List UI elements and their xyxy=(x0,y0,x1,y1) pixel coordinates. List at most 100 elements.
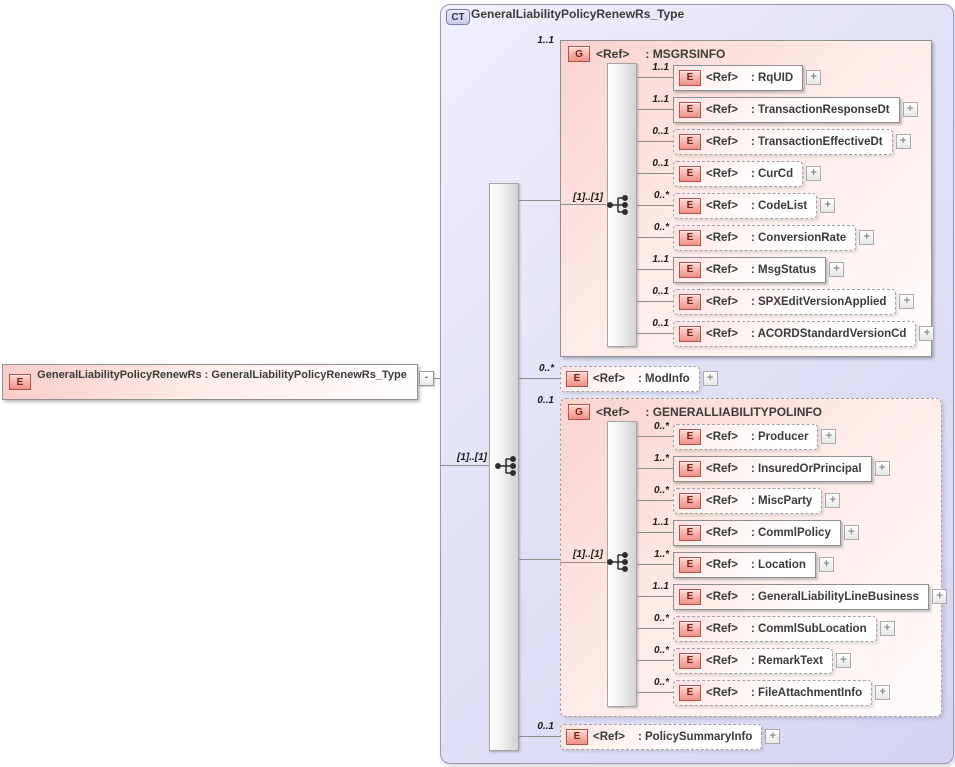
element-box[interactable]: E <Ref> : CodeList xyxy=(673,192,818,219)
element-box[interactable]: E <Ref> : Producer xyxy=(673,423,819,450)
element-badge-icon: E xyxy=(679,197,701,214)
expand-icon[interactable]: + xyxy=(820,198,836,213)
element-node-acordstandardversioncd[interactable]: 0..1 E <Ref> : ACORDStandardVersionCd + xyxy=(637,318,935,347)
element-ref: <Ref> xyxy=(706,263,738,276)
element-box[interactable]: E <Ref> : PolicySummaryInfo xyxy=(560,723,763,750)
element-node-codelist[interactable]: 0..* E <Ref> : CodeList + xyxy=(637,190,836,219)
collapse-icon[interactable]: - xyxy=(419,371,434,386)
connector-line xyxy=(637,500,673,501)
cardinality-label: 0..* xyxy=(653,613,669,624)
element-box[interactable]: E <Ref> : TransactionEffectiveDt xyxy=(673,128,893,155)
element-node-spxeditversionapplied[interactable]: 0..1 E <Ref> : SPXEditVersionApplied + xyxy=(637,286,915,315)
sequence-compositor-icon xyxy=(607,552,628,572)
expand-icon[interactable]: + xyxy=(919,326,935,341)
element-box[interactable]: E <Ref> : CommlPolicy xyxy=(673,519,841,546)
element-badge-icon: E xyxy=(679,69,701,86)
element-node-commlpolicy[interactable]: 1..1 E <Ref> : CommlPolicy + xyxy=(637,517,859,546)
group-header: G <Ref> : GENERALLIABILITYPOLINFO xyxy=(561,399,941,420)
expand-icon[interactable]: + xyxy=(843,525,859,540)
expand-icon[interactable]: + xyxy=(932,589,948,604)
connector-line xyxy=(637,628,673,629)
element-box[interactable]: E <Ref> : TransactionResponseDt xyxy=(673,96,900,123)
connector-line xyxy=(637,141,673,142)
connector-line xyxy=(637,205,673,206)
element-badge-icon: E xyxy=(679,556,701,573)
group-ref: <Ref> xyxy=(596,47,630,61)
compositor-cardinality-label: [1]..[1] xyxy=(573,549,603,560)
element-node-producer[interactable]: 0..* E <Ref> : Producer + xyxy=(637,421,837,450)
connector-line xyxy=(560,562,606,563)
cardinality-label: 1..1 xyxy=(537,35,554,46)
expand-icon[interactable]: + xyxy=(806,166,822,181)
element-node-policysummaryinfo[interactable]: 0..1 E <Ref> : PolicySummaryInfo + xyxy=(519,721,781,750)
element-box[interactable]: E <Ref> : MiscParty xyxy=(673,487,823,514)
element-name: : InsuredOrPrincipal xyxy=(750,462,862,475)
element-node-transactioneffectivedt[interactable]: 0..1 E <Ref> : TransactionEffectiveDt + xyxy=(637,126,911,155)
element-node-modinfo[interactable]: 0..* E <Ref> : ModInfo + xyxy=(519,363,718,392)
element-node-remarktext[interactable]: 0..* E <Ref> : RemarkText + xyxy=(637,645,851,674)
expand-icon[interactable]: + xyxy=(821,429,837,444)
expand-icon[interactable]: + xyxy=(899,294,915,309)
connector-line xyxy=(637,333,673,334)
element-ref: <Ref> xyxy=(593,730,625,743)
root-element-box[interactable]: E GeneralLiabilityPolicyRenewRs : Genera… xyxy=(2,364,418,400)
expand-icon[interactable]: + xyxy=(765,729,781,744)
element-node-rquid[interactable]: 1..1 E <Ref> : RqUID + xyxy=(637,62,822,91)
element-badge-icon: E xyxy=(679,428,701,445)
expand-icon[interactable]: + xyxy=(702,371,718,386)
element-node-msgstatus[interactable]: 1..1 E <Ref> : MsgStatus + xyxy=(637,254,845,283)
element-box[interactable]: E <Ref> : ConversionRate xyxy=(673,224,857,251)
element-box[interactable]: E <Ref> : InsuredOrPrincipal xyxy=(673,455,872,482)
element-box[interactable]: E <Ref> : SPXEditVersionApplied xyxy=(673,288,897,315)
element-node-curcd[interactable]: 0..1 E <Ref> : CurCd + xyxy=(637,158,822,187)
cardinality-label: 1..* xyxy=(653,453,669,464)
element-box[interactable]: E <Ref> : GeneralLiabilityLineBusiness xyxy=(673,583,930,610)
connector-line xyxy=(637,532,673,533)
element-box[interactable]: E <Ref> : ACORDStandardVersionCd xyxy=(673,320,917,347)
expand-icon[interactable]: + xyxy=(875,685,891,700)
connector-line xyxy=(637,596,673,597)
element-box[interactable]: E <Ref> : CurCd xyxy=(673,160,804,187)
connector-line xyxy=(560,204,606,205)
connector-line xyxy=(637,436,673,437)
element-node-generalliabilitylinebusiness[interactable]: 1..1 E <Ref> : GeneralLiabilityLineBusin… xyxy=(637,581,948,610)
element-box[interactable]: E <Ref> : ModInfo xyxy=(560,365,700,392)
element-box[interactable]: E <Ref> : Location xyxy=(673,551,816,578)
element-name: : Location xyxy=(750,558,806,571)
element-node-conversionrate[interactable]: 0..* E <Ref> : ConversionRate + xyxy=(637,222,875,251)
element-node-insuredorprincipal[interactable]: 1..* E <Ref> : InsuredOrPrincipal + xyxy=(637,453,890,482)
expand-icon[interactable]: + xyxy=(825,493,841,508)
element-badge-icon: E xyxy=(679,133,701,150)
element-ref: <Ref> xyxy=(593,372,625,385)
connector-line xyxy=(637,468,673,469)
expand-icon[interactable]: + xyxy=(835,653,851,668)
cardinality-label: 0..* xyxy=(653,421,669,432)
element-box[interactable]: E <Ref> : RemarkText xyxy=(673,647,833,674)
sequence-compositor-icon xyxy=(495,456,516,476)
element-node-commlsublocation[interactable]: 0..* E <Ref> : CommlSubLocation + xyxy=(637,613,895,642)
element-box[interactable]: E <Ref> : MsgStatus xyxy=(673,256,827,283)
element-name: : RqUID xyxy=(750,71,794,84)
expand-icon[interactable]: + xyxy=(859,230,875,245)
expand-icon[interactable]: + xyxy=(879,621,895,636)
expand-icon[interactable]: + xyxy=(818,557,834,572)
expand-icon[interactable]: + xyxy=(895,134,911,149)
connector-line xyxy=(637,109,673,110)
element-box[interactable]: E <Ref> : CommlSubLocation xyxy=(673,615,877,642)
group-name: : MSGRSINFO xyxy=(645,47,726,61)
expand-icon[interactable]: + xyxy=(829,262,845,277)
element-ref: <Ref> xyxy=(706,199,738,212)
element-name: : PolicySummaryInfo xyxy=(637,730,753,743)
element-badge-icon: E xyxy=(679,229,701,246)
element-node-fileattachmentinfo[interactable]: 0..* E <Ref> : FileAttachmentInfo + xyxy=(637,677,891,706)
element-node-transactionresponsedt[interactable]: 1..1 E <Ref> : TransactionResponseDt + xyxy=(637,94,918,123)
expand-icon[interactable]: + xyxy=(874,461,890,476)
element-node-miscparty[interactable]: 0..* E <Ref> : MiscParty + xyxy=(637,485,841,514)
expand-icon[interactable]: + xyxy=(902,102,918,117)
element-box[interactable]: E <Ref> : RqUID xyxy=(673,64,804,91)
element-node-location[interactable]: 1..* E <Ref> : Location + xyxy=(637,549,834,578)
element-box[interactable]: E <Ref> : FileAttachmentInfo xyxy=(673,679,873,706)
cardinality-label: 1..1 xyxy=(652,517,669,528)
connector-line xyxy=(637,692,673,693)
expand-icon[interactable]: + xyxy=(806,70,822,85)
